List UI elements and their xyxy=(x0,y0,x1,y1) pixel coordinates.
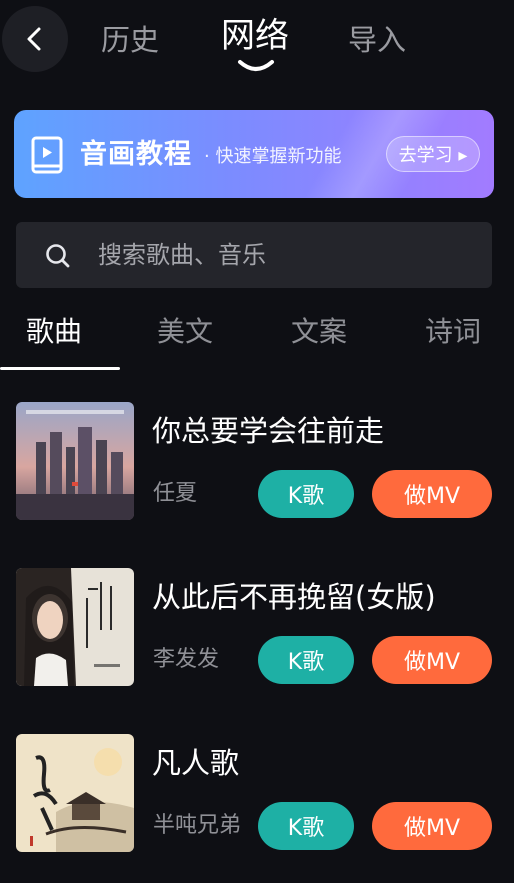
tab-network[interactable]: 网络 xyxy=(221,16,289,56)
book-play-icon xyxy=(31,136,63,174)
karaoke-button[interactable]: K歌 xyxy=(258,636,354,684)
banner-subtitle: · 快速掌握新功能 xyxy=(204,146,342,167)
karaoke-button[interactable]: K歌 xyxy=(258,470,354,518)
album-cover[interactable] xyxy=(16,734,134,852)
song-item[interactable]: 从此后不再挽留(女版) 李发发 K歌 做MV xyxy=(0,568,514,686)
make-mv-button[interactable]: 做MV xyxy=(372,636,492,684)
chevron-left-icon xyxy=(27,27,41,51)
tab-copywriting[interactable]: 文案 xyxy=(291,314,347,350)
tab-prose[interactable]: 美文 xyxy=(157,314,213,350)
song-artist: 半吨兄弟 xyxy=(153,813,242,838)
search-input[interactable] xyxy=(98,240,478,270)
tab-import[interactable]: 导入 xyxy=(348,20,406,60)
song-artist: 李发发 xyxy=(153,647,220,672)
banner-title: 音画教程 xyxy=(80,139,192,170)
tab-poetry[interactable]: 诗词 xyxy=(425,314,481,350)
song-artist: 任夏 xyxy=(153,481,198,506)
tab-history[interactable]: 历史 xyxy=(101,20,159,60)
album-cover[interactable] xyxy=(16,568,134,686)
top-nav: 历史 网络 导入 xyxy=(0,0,514,90)
learn-button[interactable]: 去学习 ▸ xyxy=(386,136,480,172)
tab-songs[interactable]: 歌曲 xyxy=(26,314,82,350)
song-item[interactable]: 凡人歌 半吨兄弟 K歌 做MV xyxy=(0,734,514,852)
make-mv-button[interactable]: 做MV xyxy=(372,802,492,850)
song-item[interactable]: 你总要学会往前走 任夏 K歌 做MV xyxy=(0,402,514,520)
active-tab-indicator xyxy=(238,60,274,71)
song-title: 凡人歌 xyxy=(152,746,240,780)
make-mv-button[interactable]: 做MV xyxy=(372,470,492,518)
karaoke-button[interactable]: K歌 xyxy=(258,802,354,850)
search-bar[interactable] xyxy=(16,222,492,288)
category-indicator xyxy=(0,367,120,370)
album-cover[interactable] xyxy=(16,402,134,520)
search-icon xyxy=(46,244,70,268)
song-title: 从此后不再挽留(女版) xyxy=(152,580,436,614)
back-button[interactable] xyxy=(2,6,68,72)
song-title: 你总要学会往前走 xyxy=(152,414,385,448)
